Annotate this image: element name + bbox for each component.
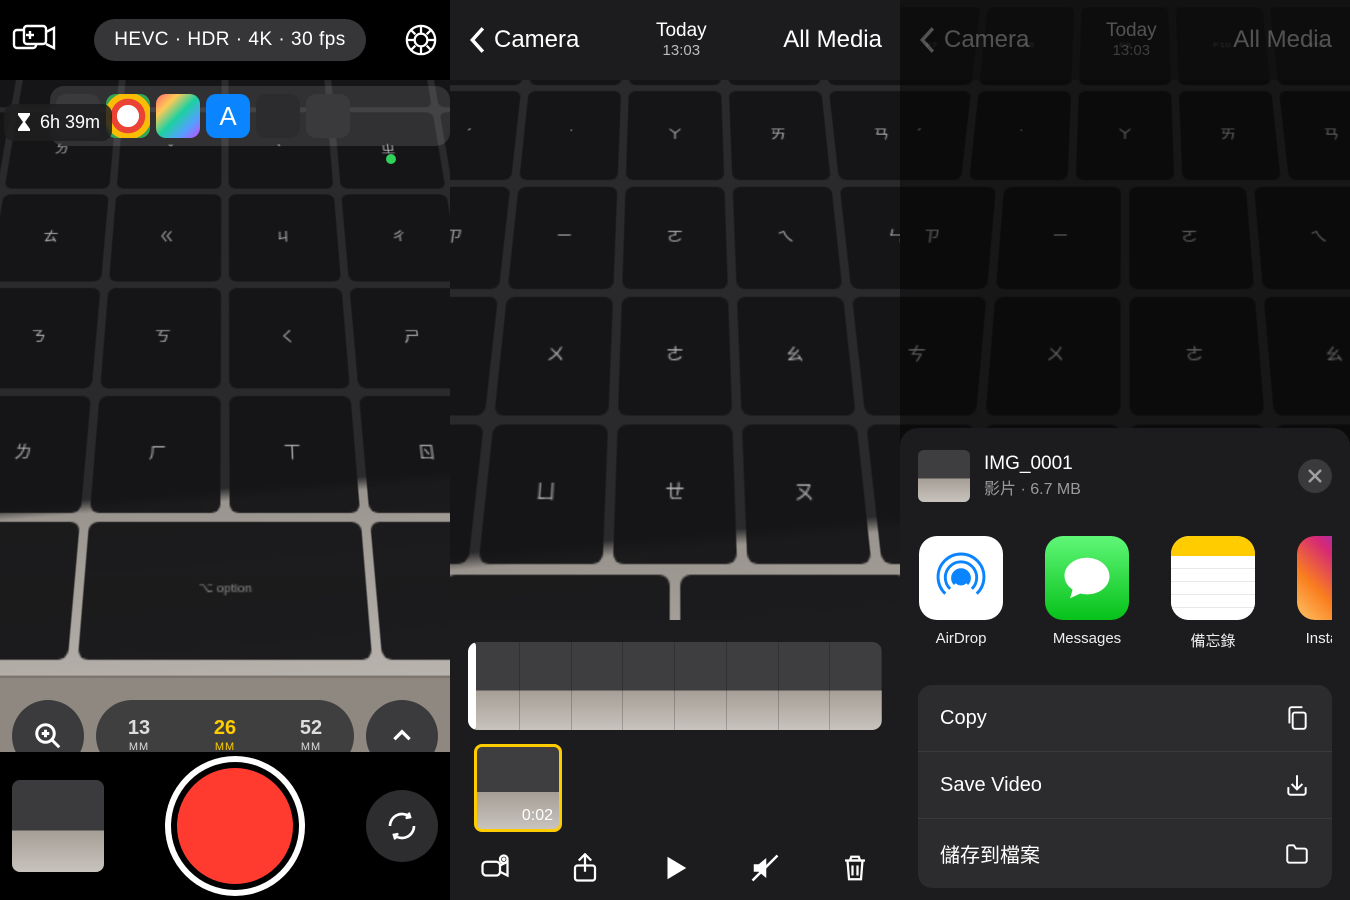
camera-capture-pane: escF1F2F3F4F5 ㄅㄉˇˋㄓˊ ㄆㄊㄍㄐㄔㄗ ㄇㄋㄎㄑㄕㄘ ㄈㄌㄏㄒㄖ… [0,0,450,900]
recording-time-remaining: 6h 39m [4,104,112,141]
camera-top-bar: HEVC · HDR · 4K · 30 fps [0,0,450,80]
playhead[interactable] [468,642,476,730]
share-sheet-pane: F6F7F8F9F10F11F12 ㄓˊ˙ㄚㄞㄢㄦ ㄔㄗㄧㄛㄟㄣ ㄕㄘㄨㄜㄠㄤ … [900,0,1350,900]
camera-bottom-bar [0,752,450,900]
trash-icon[interactable] [840,853,870,883]
timeline-scrubber[interactable] [468,642,882,730]
share-app-airdrop[interactable]: AirDrop [918,536,1004,651]
share-action-list: Copy Save Video 儲存到檔案 [918,685,1332,888]
download-icon [1284,772,1310,798]
share-app-messages[interactable]: Messages [1044,536,1130,651]
share-app-row[interactable]: AirDrop Messages 備忘錄 Instagram [918,536,1332,651]
clip-thumbnail[interactable]: 0:02 [474,744,562,832]
all-media-button[interactable]: All Media [783,26,882,54]
share-app-notes[interactable]: 備忘錄 [1170,536,1256,651]
gear-icon[interactable] [404,23,438,57]
lens-13mm[interactable]: 13MM [128,718,150,754]
share-app-instagram[interactable]: Instagram [1296,536,1332,651]
viewer-header: Camera Today13:03 All Media [450,0,900,80]
mute-icon[interactable] [750,853,780,883]
remaining-label: 6h 39m [40,112,100,133]
lens-52mm[interactable]: 52MM [300,718,322,754]
file-meta: 影片 · 6.7 MB [984,475,1081,499]
back-label: Camera [494,26,579,54]
play-icon[interactable] [660,853,690,883]
share-icon[interactable] [570,853,600,883]
share-file-header: IMG_0001 影片 · 6.7 MB [918,450,1332,502]
folder-icon [1284,841,1310,867]
copy-icon [1284,705,1310,731]
file-thumbnail [918,450,970,502]
clip-duration: 0:02 [522,807,553,825]
viewer-toolbar [450,836,900,900]
camera-active-indicator [386,154,396,164]
format-badge[interactable]: HEVC · HDR · 4K · 30 fps [94,19,366,61]
flip-camera-button[interactable] [366,790,438,862]
action-save-video[interactable]: Save Video [918,752,1332,819]
share-sheet: IMG_0001 影片 · 6.7 MB AirDrop Messages [900,428,1350,900]
media-viewer-pane: F6F7F8F9F10F11F12 ㄓˊ˙ㄚㄞㄢㄦ ㄔㄗㄧㄛㄟㄣ『 ㄕㄘㄨㄜㄠㄤ… [450,0,900,900]
action-copy[interactable]: Copy [918,685,1332,752]
record-button[interactable] [177,768,293,884]
last-capture-thumbnail[interactable] [12,780,104,872]
record-more-icon[interactable] [480,853,510,883]
back-button[interactable]: Camera [468,26,579,54]
close-icon[interactable] [1298,459,1332,493]
action-save-to-files[interactable]: 儲存到檔案 [918,819,1332,888]
lens-26mm[interactable]: 26MM [214,718,236,754]
viewer-title: Today13:03 [656,20,707,61]
multicam-icon[interactable] [12,24,56,56]
file-name: IMG_0001 [984,453,1081,475]
